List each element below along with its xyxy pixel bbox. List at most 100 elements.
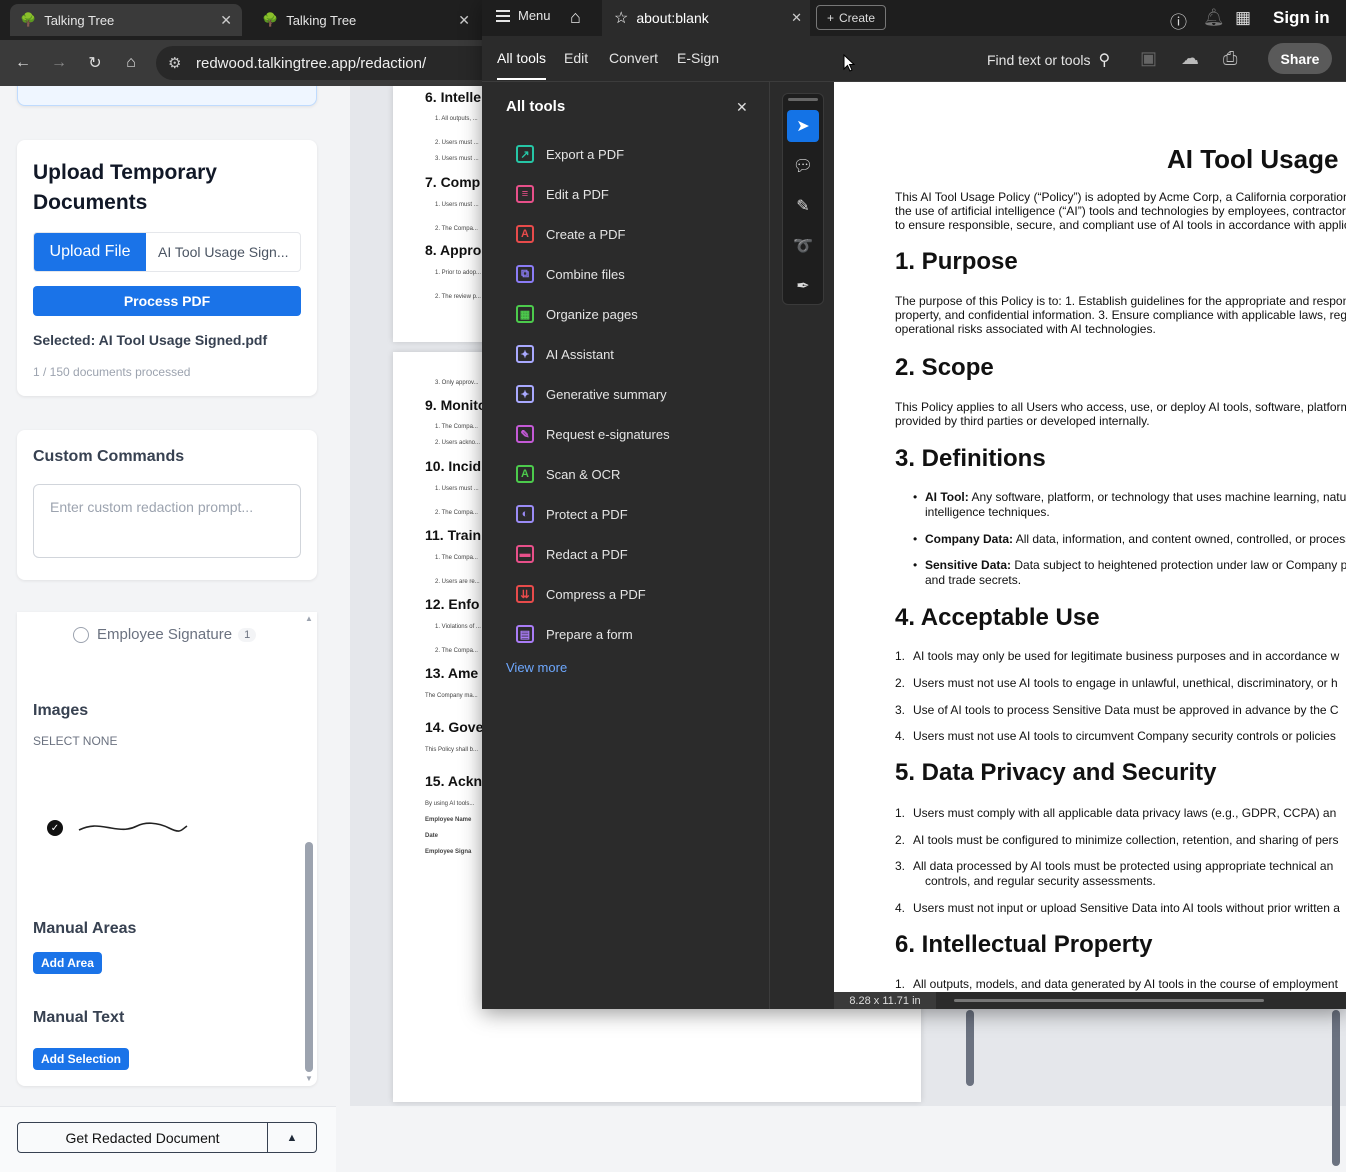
preview-text-line: 2. Users are re... [435, 579, 480, 585]
definition-text: All data, information, and content owned… [1013, 532, 1346, 546]
back-arrow-icon[interactable]: ← [12, 52, 34, 74]
tool-item[interactable]: ▦ Organize pages [516, 303, 638, 325]
star-icon[interactable]: ☆ [614, 8, 628, 28]
selected-file-label: Selected: AI Tool Usage Signed.pdf [33, 332, 268, 348]
tool-label: Compress a PDF [546, 586, 646, 602]
list-item: 3. All data processed by AI tools must be… [895, 859, 1334, 873]
preview-scrollbar[interactable] [966, 1010, 974, 1086]
print-icon[interactable]: ⎙ [1223, 48, 1237, 69]
signature-image-item[interactable]: ✓ [47, 814, 197, 842]
preview-text-line: 1. Prior to adop... [435, 270, 482, 276]
tool-label: Edit a PDF [546, 186, 609, 202]
drag-handle[interactable] [788, 98, 818, 101]
term: AI Tool: [925, 490, 969, 504]
tab-convert[interactable]: Convert [609, 50, 658, 66]
select-cursor-icon[interactable]: ➤ [787, 110, 819, 142]
find-tools-search[interactable]: Find text or tools ⚲ [987, 50, 1110, 70]
document-tab-title: about:blank [636, 10, 709, 26]
upload-cloud-icon[interactable]: ☁ [1181, 48, 1199, 69]
close-icon[interactable]: ✕ [791, 10, 802, 26]
add-area-button[interactable]: Add Area [33, 952, 102, 974]
tool-item[interactable]: ▬ Redact a PDF [516, 543, 628, 565]
home-icon[interactable]: ⌂ [570, 7, 581, 28]
site-settings-icon[interactable]: ⚙ [168, 54, 186, 72]
close-tab-icon[interactable]: ✕ [220, 12, 232, 29]
get-redacted-button[interactable]: Get Redacted Document [18, 1123, 268, 1152]
bell-icon[interactable]: 🔔︎ [1203, 8, 1225, 28]
preview-heading: 13. Ame [425, 665, 479, 681]
list-item-text: Users must not use AI tools to circumven… [913, 729, 1336, 743]
tool-item[interactable]: ⇊ Compress a PDF [516, 583, 646, 605]
get-redacted-split-button[interactable]: Get Redacted Document ▲ [17, 1122, 317, 1153]
signature-pen-icon[interactable]: ✒ [787, 270, 819, 302]
sidebar-scrollbar[interactable]: ▲ ▼ [305, 614, 313, 1084]
tool-item[interactable]: ⧉ Combine files [516, 263, 625, 285]
definition-item: Sensitive Data: Data subject to heighten… [913, 558, 1346, 573]
intro-line: the use of artificial intelligence (“AI”… [895, 204, 1346, 218]
list-item-text: AI tools must be configured to minimize … [913, 833, 1339, 847]
tab-e-sign[interactable]: E-Sign [677, 50, 719, 66]
section-text: The purpose of this Policy is to: 1. Est… [895, 294, 1346, 308]
document-tab[interactable]: ☆ about:blank ✕ [602, 0, 810, 36]
tool-label: Request e-signatures [546, 426, 670, 442]
tool-item[interactable]: ✦ Generative summary [516, 383, 667, 405]
page-scrollbar[interactable] [1332, 1010, 1340, 1166]
upload-file-button[interactable]: Upload File [34, 233, 146, 271]
scroll-up-icon[interactable]: ▲ [305, 614, 313, 623]
preview-heading: 9. Monito [425, 397, 487, 413]
select-none-link[interactable]: SELECT NONE [33, 734, 117, 748]
comment-icon[interactable]: 💬︎ [787, 150, 819, 182]
help-icon[interactable]: ⓘ [1170, 8, 1187, 33]
browser-tab-1[interactable]: 🌳 Talking Tree ✕ [10, 4, 242, 36]
scroll-thumb[interactable] [305, 842, 313, 1072]
list-item-text: Users must not input or upload Sensitive… [913, 901, 1340, 915]
tool-item[interactable]: ▤ Prepare a form [516, 623, 633, 645]
create-button[interactable]: + Create [816, 5, 886, 30]
manual-areas-title: Manual Areas [33, 920, 137, 937]
highlight-pen-icon[interactable]: ✎ [787, 190, 819, 222]
upload-card: Upload Temporary Documents Upload File A… [17, 140, 317, 396]
share-button[interactable]: Share [1268, 43, 1332, 74]
tab-edit[interactable]: Edit [564, 50, 588, 66]
apps-grid-icon[interactable]: ▦ [1235, 8, 1251, 28]
manual-text-title: Manual Text [33, 1009, 125, 1026]
tool-item[interactable]: A Create a PDF [516, 223, 625, 245]
tab-all-tools[interactable]: All tools [497, 50, 547, 80]
view-more-link[interactable]: View more [506, 660, 567, 675]
close-icon[interactable]: ✕ [736, 99, 748, 116]
custom-prompt-textarea[interactable]: Enter custom redaction prompt... [33, 484, 301, 558]
browser-tab-2[interactable]: 🌳 Talking Tree ✕ [252, 4, 480, 36]
forward-arrow-icon[interactable]: → [48, 52, 70, 74]
lasso-draw-icon[interactable]: ➰ [787, 230, 819, 262]
add-selection-button[interactable]: Add Selection [33, 1048, 130, 1070]
process-pdf-button[interactable]: Process PDF [33, 286, 301, 316]
file-picker[interactable]: Upload File AI Tool Usage Sign... [33, 232, 301, 272]
list-item: 1. AI tools may only be used for legitima… [895, 649, 1340, 663]
tool-label: Prepare a form [546, 626, 633, 642]
save-icon[interactable]: ▣ [1140, 48, 1157, 69]
horizontal-scrollbar[interactable] [954, 999, 1264, 1002]
tool-item[interactable]: ◐ Protect a PDF [516, 503, 628, 525]
tool-item[interactable]: ✦ AI Assistant [516, 343, 614, 365]
preview-text-line: This Policy shall b... [425, 747, 479, 753]
checkmark-icon[interactable]: ✓ [47, 820, 63, 836]
tool-item[interactable]: ✎ Request e-signatures [516, 423, 670, 445]
preview-heading: 10. Incid [425, 458, 482, 474]
address-bar[interactable]: ⚙ redwood.talkingtree.app/redaction/ [156, 46, 486, 80]
tool-item[interactable]: ↗ Export a PDF [516, 143, 624, 165]
acrobat-window: Menu ⌂ ☆ about:blank ✕ + Create ⓘ 🔔︎ ▦ S… [482, 0, 1346, 1009]
sign-in-link[interactable]: Sign in [1273, 8, 1330, 28]
home-icon[interactable]: ⌂ [120, 52, 142, 74]
caret-up-icon[interactable]: ▲ [268, 1123, 316, 1152]
employee-signature-option[interactable]: Employee Signature 1 [73, 626, 257, 643]
reload-icon[interactable]: ↻ [84, 52, 106, 74]
tool-item[interactable]: A Scan & OCR [516, 463, 620, 485]
menu-button[interactable]: Menu [496, 8, 551, 23]
tool-item[interactable]: ≡ Edit a PDF [516, 183, 609, 205]
radio-button[interactable] [73, 626, 89, 643]
tool-icon: ↗ [516, 145, 534, 163]
scroll-down-icon[interactable]: ▼ [305, 1074, 313, 1083]
upload-title: Upload Temporary Documents [33, 161, 217, 214]
close-tab-icon[interactable]: ✕ [458, 12, 470, 29]
pdf-page[interactable]: AI Tool Usage P This AI Tool Usage Polic… [834, 82, 1346, 992]
